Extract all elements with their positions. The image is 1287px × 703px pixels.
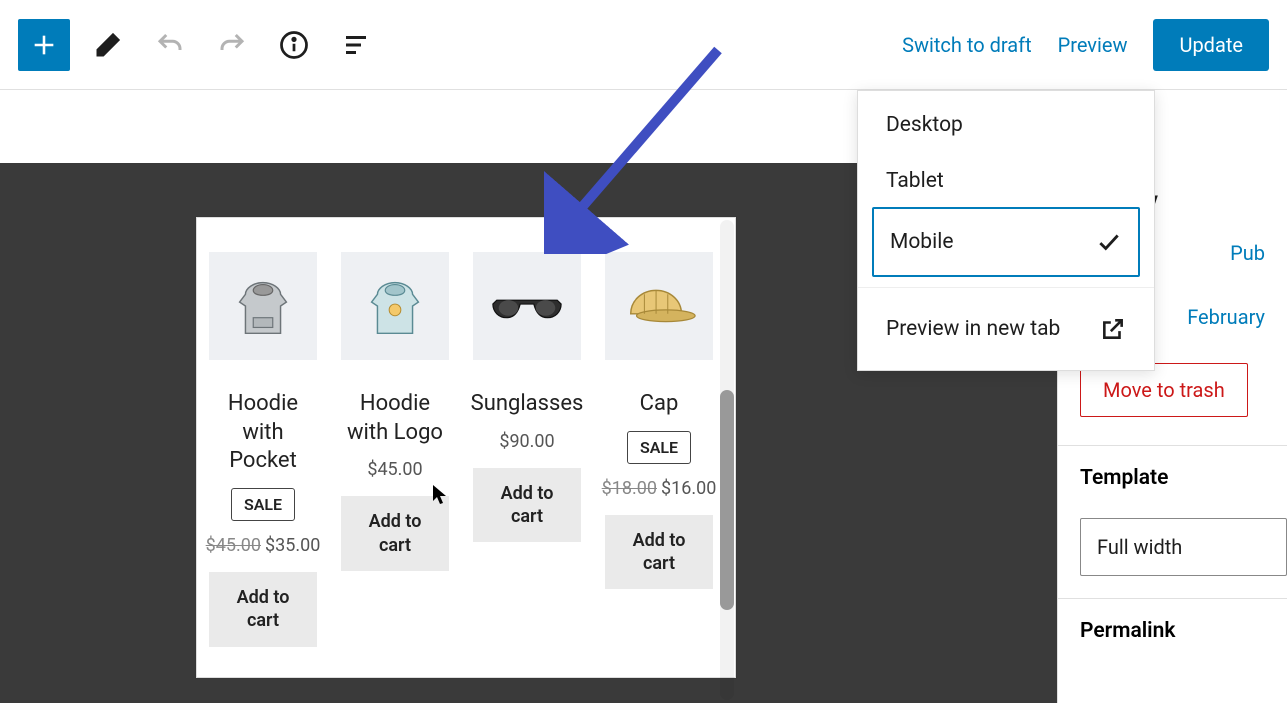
outline-button[interactable] [332,21,380,69]
redo-icon [217,30,247,60]
preview-option-mobile[interactable]: Mobile [872,207,1140,277]
add-block-button[interactable] [18,19,70,71]
product-card: Hoodie with Pocket SALE $45.00$35.00 Add… [209,252,317,647]
toolbar-right-group: Switch to draft Preview Update [902,19,1269,71]
move-to-trash-button[interactable]: Move to trash [1080,363,1248,417]
preview-option-desktop[interactable]: Desktop [858,91,1154,159]
sunglasses-icon [483,267,571,345]
old-price: $18.00 [602,478,657,499]
product-card: Cap SALE $18.00$16.00 Add to cart [605,252,713,647]
mobile-preview-frame: Hoodie with Pocket SALE $45.00$35.00 Add… [196,217,736,678]
pencil-icon [93,30,123,60]
preview-option-label: Desktop [886,113,963,137]
add-to-cart-button[interactable]: Add to cart [209,572,317,647]
sale-badge: SALE [627,431,691,464]
preview-button[interactable]: Preview [1058,33,1128,57]
product-price: $18.00$16.00 [602,478,717,499]
cap-icon [617,267,701,345]
scrollbar-thumb[interactable] [720,390,734,610]
template-section-label: Template [1058,446,1287,504]
current-price: $90.00 [499,431,554,452]
current-price: $45.00 [367,459,422,480]
preview-option-tablet[interactable]: Tablet [858,159,1154,207]
add-to-cart-button[interactable]: Add to cart [341,496,449,571]
template-select[interactable]: Full width [1080,518,1287,576]
plus-icon [30,31,58,59]
switch-to-draft-button[interactable]: Switch to draft [902,33,1032,57]
preview-new-tab-label: Preview in new tab [886,317,1060,341]
old-price: $45.00 [206,535,261,556]
permalink-section-label[interactable]: Permalink [1058,599,1287,657]
info-icon [279,30,309,60]
product-price: $90.00 [499,431,554,452]
add-to-cart-button[interactable]: Add to cart [473,468,581,543]
editor-top-toolbar: Switch to draft Preview Update [0,0,1287,90]
product-price: $45.00 [367,459,422,480]
edit-mode-button[interactable] [84,21,132,69]
hoodie-icon [224,267,302,345]
product-title: Sunglasses [471,390,584,419]
sale-badge: SALE [231,488,295,521]
preview-new-tab[interactable]: Preview in new tab [858,288,1154,370]
product-title: Hoodie with Logo [341,390,449,447]
preview-scrollbar[interactable] [720,220,734,700]
product-image[interactable] [473,252,581,360]
preview-option-label: Tablet [886,169,944,193]
product-grid: Hoodie with Pocket SALE $45.00$35.00 Add… [209,252,723,647]
product-price: $45.00$35.00 [206,535,321,556]
add-to-cart-button[interactable]: Add to cart [605,515,713,590]
product-title: Hoodie with Pocket [209,390,317,476]
current-price: $16.00 [661,478,716,499]
check-icon [1096,229,1122,255]
external-link-icon [1100,316,1126,342]
product-card: Sunglasses $90.00 Add to cart [473,252,581,647]
update-button[interactable]: Update [1153,19,1269,71]
undo-button[interactable] [146,21,194,69]
product-title: Cap [640,390,679,419]
redo-button[interactable] [208,21,256,69]
preview-menu-popover: Desktop Tablet Mobile Preview in new tab [857,90,1155,371]
hoodie-logo-icon [356,267,434,345]
product-image[interactable] [209,252,317,360]
current-price: $35.00 [265,535,320,556]
preview-option-label: Mobile [890,230,953,254]
undo-icon [155,30,185,60]
info-button[interactable] [270,21,318,69]
list-outline-icon [341,30,371,60]
product-card: Hoodie with Logo $45.00 Add to cart [341,252,449,647]
product-image[interactable] [341,252,449,360]
toolbar-left-group [18,19,380,71]
product-image[interactable] [605,252,713,360]
